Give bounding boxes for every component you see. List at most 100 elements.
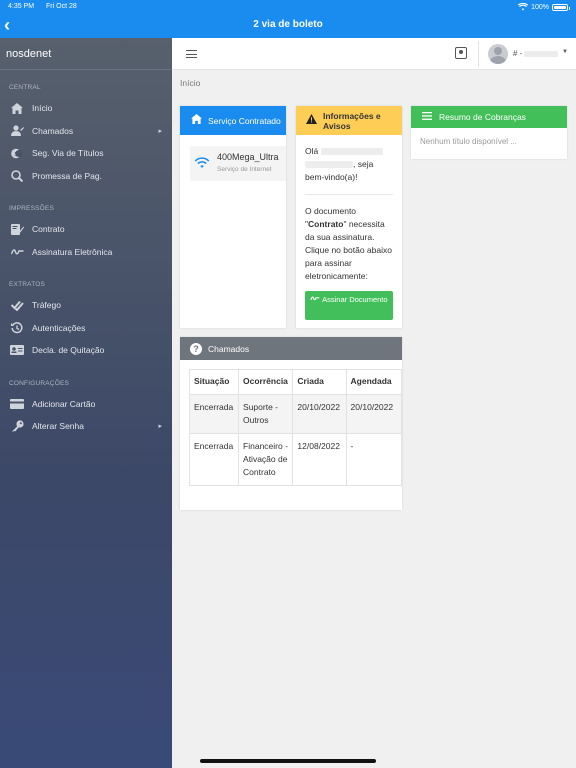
sidebar-item-label: Assinatura Eletrônica bbox=[32, 246, 113, 257]
signature-icon bbox=[310, 296, 320, 301]
table-cell: Suporte - Outros bbox=[238, 394, 294, 434]
sidebar-item-contrato[interactable]: Contrato bbox=[0, 218, 172, 241]
battery-icon bbox=[552, 3, 570, 11]
question-circle-icon: ? bbox=[190, 342, 202, 355]
id-card-icon bbox=[10, 344, 24, 356]
sidebar-item-adicionar-cartao[interactable]: Adicionar Cartão bbox=[0, 393, 172, 416]
status-time: 4:35 PM bbox=[8, 3, 35, 10]
key-icon bbox=[10, 420, 24, 432]
header-divider bbox=[478, 41, 479, 67]
user-name-redacted bbox=[305, 161, 353, 169]
billing-card-title: Resumo de Cobranças bbox=[439, 112, 526, 122]
chevron-right-icon: ▸ bbox=[158, 423, 162, 430]
battery-percent: 100% bbox=[531, 3, 549, 11]
tickets-card-title: Chamados bbox=[208, 343, 250, 354]
list-icon bbox=[421, 111, 433, 123]
chevron-down-icon[interactable]: ▼ bbox=[562, 49, 568, 55]
billing-card-header: Resumo de Cobranças bbox=[411, 106, 567, 128]
contacts-book-icon[interactable] bbox=[455, 47, 467, 59]
money-icon: $ bbox=[10, 147, 24, 159]
chevron-right-icon: ▸ bbox=[158, 127, 162, 135]
sidebar-item-label: Decla. de Quitação bbox=[32, 345, 105, 356]
table-cell: - bbox=[345, 433, 402, 486]
sidebar-item-label: Adicionar Cartão bbox=[32, 398, 96, 409]
service-card-title: Serviço Contratado bbox=[208, 115, 281, 126]
sidebar-item-label: Tráfego bbox=[32, 300, 61, 311]
info-divider bbox=[305, 194, 393, 195]
status-date: Fri Oct 28 bbox=[46, 3, 77, 10]
wifi-icon bbox=[194, 157, 210, 168]
history-icon bbox=[10, 321, 24, 334]
status-bar: 4:35 PM Fri Oct 28 100% bbox=[8, 3, 570, 13]
column-header[interactable]: Criada bbox=[292, 369, 347, 395]
home-icon bbox=[190, 114, 202, 127]
table-header-row: Situação Ocorrência Criada Agendada bbox=[188, 369, 402, 395]
avatar[interactable] bbox=[488, 44, 508, 64]
table-cell: Financeiro - Ativação de Contrato bbox=[238, 433, 294, 486]
page-title: 2 via de boleto bbox=[253, 19, 323, 30]
menu-toggle-icon[interactable] bbox=[186, 50, 197, 58]
user-name-redacted bbox=[320, 148, 383, 156]
home-indicator[interactable] bbox=[200, 759, 376, 763]
sidebar-item-label: Seg. Via de Títulos bbox=[32, 148, 104, 159]
service-type: Serviço de Internet bbox=[217, 166, 272, 173]
signature-notice: O documento "Contrato" necessita da sua … bbox=[305, 205, 393, 283]
info-card-title: Informações e Avisos bbox=[323, 110, 381, 131]
table-cell: Encerrada bbox=[188, 433, 240, 486]
content-header: # - ▼ bbox=[172, 38, 576, 70]
column-header[interactable]: Situação bbox=[188, 369, 240, 395]
sidebar: nosdenet CENTRAL Início Chamados ▸ $ Seg… bbox=[0, 38, 172, 768]
sidebar-item-assinatura[interactable]: Assinatura Eletrônica bbox=[0, 241, 172, 264]
tickets-card: ? Chamados Situação Ocorrência Criada Ag… bbox=[180, 337, 402, 510]
billing-empty-text: Nenhum título disponível ... bbox=[420, 137, 517, 146]
sign-document-button[interactable]: Assinar Documento bbox=[305, 291, 393, 320]
sidebar-item-autenticacoes[interactable]: Autenticações bbox=[0, 317, 172, 340]
table-row[interactable]: Encerrada Financeiro - Ativação de Contr… bbox=[188, 433, 402, 486]
sidebar-item-inicio[interactable]: Início bbox=[0, 97, 172, 120]
sidebar-section-extratos: EXTRATOS bbox=[9, 281, 46, 288]
brand-name[interactable]: nosdenet bbox=[0, 38, 172, 70]
service-card: Serviço Contratado 400Mega_Ultra Serviço… bbox=[180, 106, 286, 328]
sidebar-section-impressoes: IMPRESSÕES bbox=[9, 205, 54, 212]
column-header[interactable]: Ocorrência bbox=[238, 369, 294, 395]
svg-text:$: $ bbox=[14, 150, 19, 158]
sidebar-item-label: Início bbox=[32, 103, 53, 114]
table-cell: 12/08/2022 bbox=[292, 433, 347, 486]
table-cell: Encerrada bbox=[188, 394, 240, 434]
greeting-start: Olá bbox=[305, 146, 319, 156]
user-name-redacted bbox=[524, 51, 558, 57]
credit-card-icon bbox=[10, 398, 24, 410]
service-item[interactable]: 400Mega_Ultra Serviço de Internet At bbox=[190, 146, 286, 181]
greeting: Olá , seja bem-vindo(a)! bbox=[305, 145, 393, 184]
search-dollar-icon bbox=[10, 169, 24, 182]
warning-icon bbox=[306, 114, 317, 127]
sidebar-item-label: Promessa de Pag. bbox=[32, 170, 102, 181]
column-header[interactable]: Agendada bbox=[345, 369, 402, 395]
notice-document-name: Contrato bbox=[308, 219, 344, 229]
sidebar-item-label: Chamados bbox=[32, 125, 74, 136]
sidebar-section-central: CENTRAL bbox=[9, 84, 41, 91]
sidebar-item-quitacao[interactable]: Decla. de Quitação bbox=[0, 339, 172, 362]
support-icon bbox=[10, 125, 24, 137]
sidebar-item-label: Autenticações bbox=[32, 322, 86, 333]
sidebar-item-alterar-senha[interactable]: Alterar Senha ▸ bbox=[0, 415, 172, 438]
tickets-table: Situação Ocorrência Criada Agendada Ence… bbox=[188, 369, 402, 486]
sign-button-label: Assinar Documento bbox=[322, 295, 388, 304]
wifi-status-icon bbox=[518, 3, 529, 11]
breadcrumb[interactable]: Início bbox=[180, 78, 200, 88]
service-name: 400Mega_Ultra bbox=[217, 152, 279, 162]
table-row[interactable]: Encerrada Suporte - Outros 20/10/2022 20… bbox=[188, 394, 402, 434]
table-cell: 20/10/2022 bbox=[292, 394, 347, 434]
sidebar-item-promessa[interactable]: Promessa de Pag. bbox=[0, 165, 172, 188]
sidebar-item-chamados[interactable]: Chamados ▸ bbox=[0, 120, 172, 143]
info-card: Informações e Avisos Olá , seja bem-vind… bbox=[296, 106, 402, 328]
contract-icon bbox=[10, 223, 24, 235]
sidebar-item-seg-via[interactable]: $ Seg. Via de Títulos bbox=[0, 142, 172, 165]
app-topbar: 4:35 PM Fri Oct 28 100% ‹ 2 via de bolet… bbox=[0, 0, 576, 38]
sidebar-section-configuracoes: CONFIGURAÇÕES bbox=[9, 379, 70, 387]
billing-summary-card: Resumo de Cobranças Nenhum título dispon… bbox=[411, 106, 567, 159]
user-name[interactable]: # - bbox=[513, 49, 522, 58]
sidebar-item-trafego[interactable]: Tráfego bbox=[0, 294, 172, 317]
sidebar-item-label: Alterar Senha bbox=[32, 421, 84, 432]
tickets-card-header: ? Chamados bbox=[180, 337, 402, 360]
